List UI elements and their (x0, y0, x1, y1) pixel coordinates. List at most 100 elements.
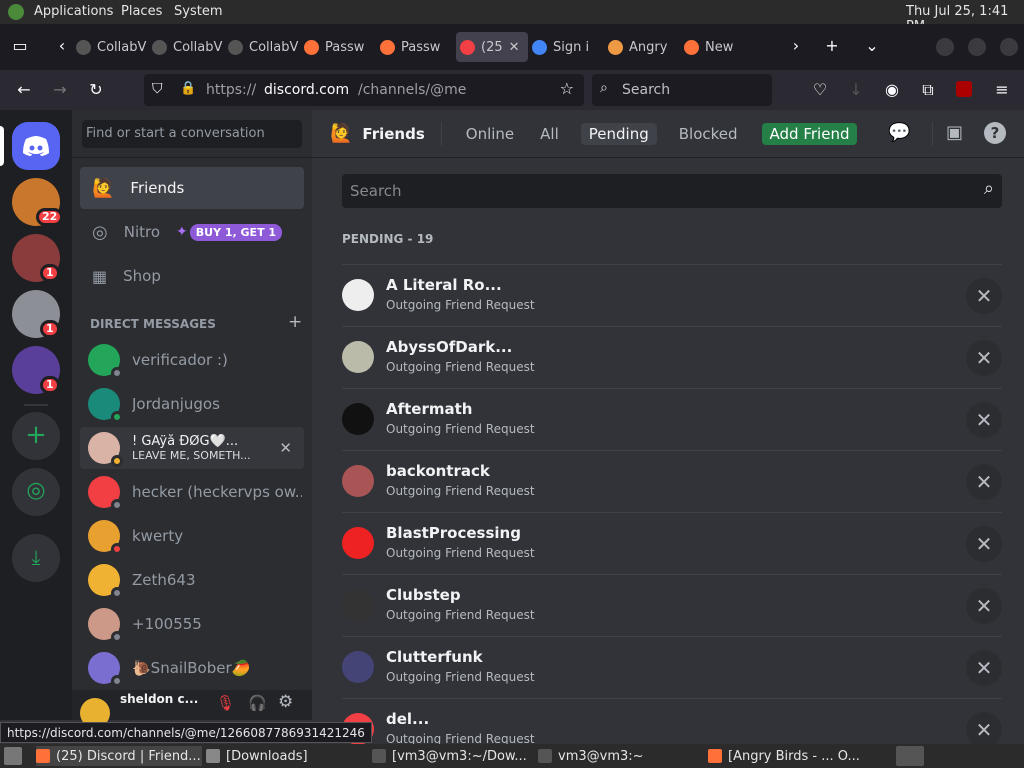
tab-all[interactable]: All (532, 123, 567, 145)
dm-list-item[interactable]: kwerty (80, 515, 304, 557)
tab-scroll-left-icon[interactable]: ‹ (50, 34, 74, 58)
window-minimize-button[interactable] (936, 38, 954, 56)
create-dm-icon[interactable]: + (288, 312, 302, 332)
tab-list-icon[interactable]: ⌄ (860, 34, 884, 58)
dm-list-item[interactable]: 🐌SnailBober🥭 (80, 647, 304, 689)
menu-system[interactable]: System (174, 4, 222, 19)
back-icon[interactable]: ← (12, 78, 36, 102)
browser-nav-bar: ← → ↻ ⛉ 🔒 https:// discord.com /channels… (0, 70, 1024, 110)
nitro-icon: ◎ (92, 221, 108, 243)
dm-list-item[interactable]: hecker (heckervps ow... (80, 471, 304, 513)
cancel-request-icon[interactable]: ✕ (966, 588, 1002, 624)
menu-applications[interactable]: Applications (34, 4, 113, 19)
browser-search-field[interactable]: ⌕ Search (592, 74, 772, 106)
dm-header: DIRECT MESSAGES (90, 317, 216, 331)
menu-places[interactable]: Places (121, 4, 162, 19)
add-friend-button[interactable]: Add Friend (761, 122, 858, 145)
friend-request-row[interactable]: A Literal Ro... Outgoing Friend Request ✕ (342, 264, 1002, 326)
cancel-request-icon[interactable]: ✕ (966, 526, 1002, 562)
close-dm-icon[interactable]: ✕ (279, 439, 292, 457)
reload-icon[interactable]: ↻ (84, 78, 108, 102)
browser-tab[interactable]: CollabV (76, 32, 148, 62)
tab-label: Passw (401, 39, 441, 55)
shield-icon[interactable]: ⛉ (152, 81, 163, 97)
taskbar-label: [Downloads] (226, 748, 308, 764)
explore-servers-icon[interactable]: ◎ (12, 468, 60, 516)
new-tab-icon[interactable]: + (820, 34, 844, 58)
cancel-request-icon[interactable]: ✕ (966, 340, 1002, 376)
browser-tab[interactable]: New (684, 32, 756, 62)
cancel-request-icon[interactable]: ✕ (966, 712, 1002, 748)
tab-blocked[interactable]: Blocked (671, 123, 746, 145)
dm-list-item[interactable]: Jordanjugos (80, 383, 304, 425)
browser-tab[interactable]: Passw (304, 32, 376, 62)
tab-close-icon[interactable]: ✕ (509, 40, 520, 55)
browser-tab[interactable]: (25 ✕ (456, 32, 528, 62)
cancel-request-icon[interactable]: ✕ (966, 464, 1002, 500)
friend-request-row[interactable]: BlastProcessing Outgoing Friend Request ✕ (342, 512, 1002, 574)
dm-list-item[interactable]: verificador :) (80, 339, 304, 381)
browser-tab[interactable]: Angry (608, 32, 680, 62)
browser-tab[interactable]: Passw (380, 32, 452, 62)
os-top-panel: Applications Places System Thu Jul 25, 1… (0, 0, 1024, 34)
help-icon[interactable]: ? (984, 122, 1006, 144)
taskbar-window-button[interactable]: vm3@vm3:~ (538, 746, 704, 766)
dm-list-item[interactable]: ! GÄÿå ÐØG🤍... LEAVE ME, SOMETH... ✕ (80, 427, 304, 469)
window-close-button[interactable] (1000, 38, 1018, 56)
find-conversation-input[interactable]: Find or start a conversation (82, 120, 302, 148)
dm-list-item[interactable]: Zeth643 (80, 559, 304, 601)
request-type: Outgoing Friend Request (386, 298, 535, 312)
taskbar-window-button[interactable]: [vm3@vm3:~/Dow... (372, 746, 534, 766)
ublock-icon[interactable] (956, 81, 972, 97)
window-maximize-button[interactable] (968, 38, 986, 56)
url-bar[interactable]: ⛉ 🔒 https:// discord.com /channels/@me ☆ (144, 74, 584, 106)
new-group-dm-icon[interactable]: 💬 (888, 122, 910, 143)
discord-home-icon[interactable] (12, 122, 60, 170)
lock-icon[interactable]: 🔒 (180, 81, 196, 96)
dm-list-item[interactable]: +100555 (80, 603, 304, 645)
sidebar-item-friends[interactable]: 🙋 Friends (80, 167, 304, 209)
extensions-icon[interactable]: ⧉ (916, 78, 940, 102)
cancel-request-icon[interactable]: ✕ (966, 278, 1002, 314)
headphones-icon[interactable]: 🎧 (248, 694, 267, 712)
sidebar-item-shop[interactable]: ▦ Shop (80, 255, 304, 297)
friend-request-row[interactable]: AbyssOfDark... Outgoing Friend Request ✕ (342, 326, 1002, 388)
account-icon[interactable]: ◉ (880, 78, 904, 102)
sidebar-item-nitro[interactable]: ◎ Nitro ✦ BUY 1, GET 1 (80, 211, 304, 253)
app-menu-icon[interactable]: ≡ (990, 78, 1014, 102)
downloads-icon[interactable]: ↓ (844, 78, 868, 102)
taskbar-window-button[interactable]: (25) Discord | Friend... (36, 746, 202, 766)
request-username: BlastProcessing (386, 524, 521, 542)
show-desktop-icon[interactable] (4, 747, 22, 765)
cancel-request-icon[interactable]: ✕ (966, 402, 1002, 438)
download-apps-icon[interactable]: ⤓ (12, 534, 60, 582)
mute-icon[interactable]: 🎙 (216, 694, 235, 712)
browser-tab[interactable]: CollabV (228, 32, 300, 62)
tab-online[interactable]: Online (458, 123, 522, 145)
workspace-switcher[interactable] (896, 746, 924, 766)
friend-request-row[interactable]: Clubstep Outgoing Friend Request ✕ (342, 574, 1002, 636)
taskbar-window-button[interactable]: [Downloads] (206, 746, 368, 766)
request-avatar (342, 589, 374, 621)
tab-overview-icon[interactable]: ▭ (8, 34, 32, 58)
tab-scroll-right-icon[interactable]: › (784, 34, 808, 58)
browser-tab[interactable]: CollabV (152, 32, 224, 62)
tab-pending[interactable]: Pending (580, 122, 657, 145)
cancel-request-icon[interactable]: ✕ (966, 650, 1002, 686)
pending-search-input[interactable]: Search ⌕ (342, 174, 1002, 208)
bookmark-star-icon[interactable]: ☆ (560, 79, 574, 98)
friend-request-row[interactable]: Clutterfunk Outgoing Friend Request ✕ (342, 636, 1002, 698)
inbox-icon[interactable]: ▣ (946, 122, 963, 143)
browser-tab[interactable]: Sign i (532, 32, 604, 62)
request-username: del... (386, 710, 430, 728)
friend-request-row[interactable]: backontrack Outgoing Friend Request ✕ (342, 450, 1002, 512)
friend-request-row[interactable]: Aftermath Outgoing Friend Request ✕ (342, 388, 1002, 450)
topbar-divider-2 (932, 122, 933, 146)
gnome-foot-icon[interactable] (8, 4, 24, 20)
forward-icon[interactable]: → (48, 78, 72, 102)
settings-gear-icon[interactable]: ⚙ (278, 692, 293, 712)
username[interactable]: sheldon c... (120, 692, 198, 706)
pocket-icon[interactable]: ♡ (808, 78, 832, 102)
taskbar-window-button[interactable]: [Angry Birds - ... O... (708, 746, 888, 766)
add-server-icon[interactable]: + (12, 412, 60, 460)
